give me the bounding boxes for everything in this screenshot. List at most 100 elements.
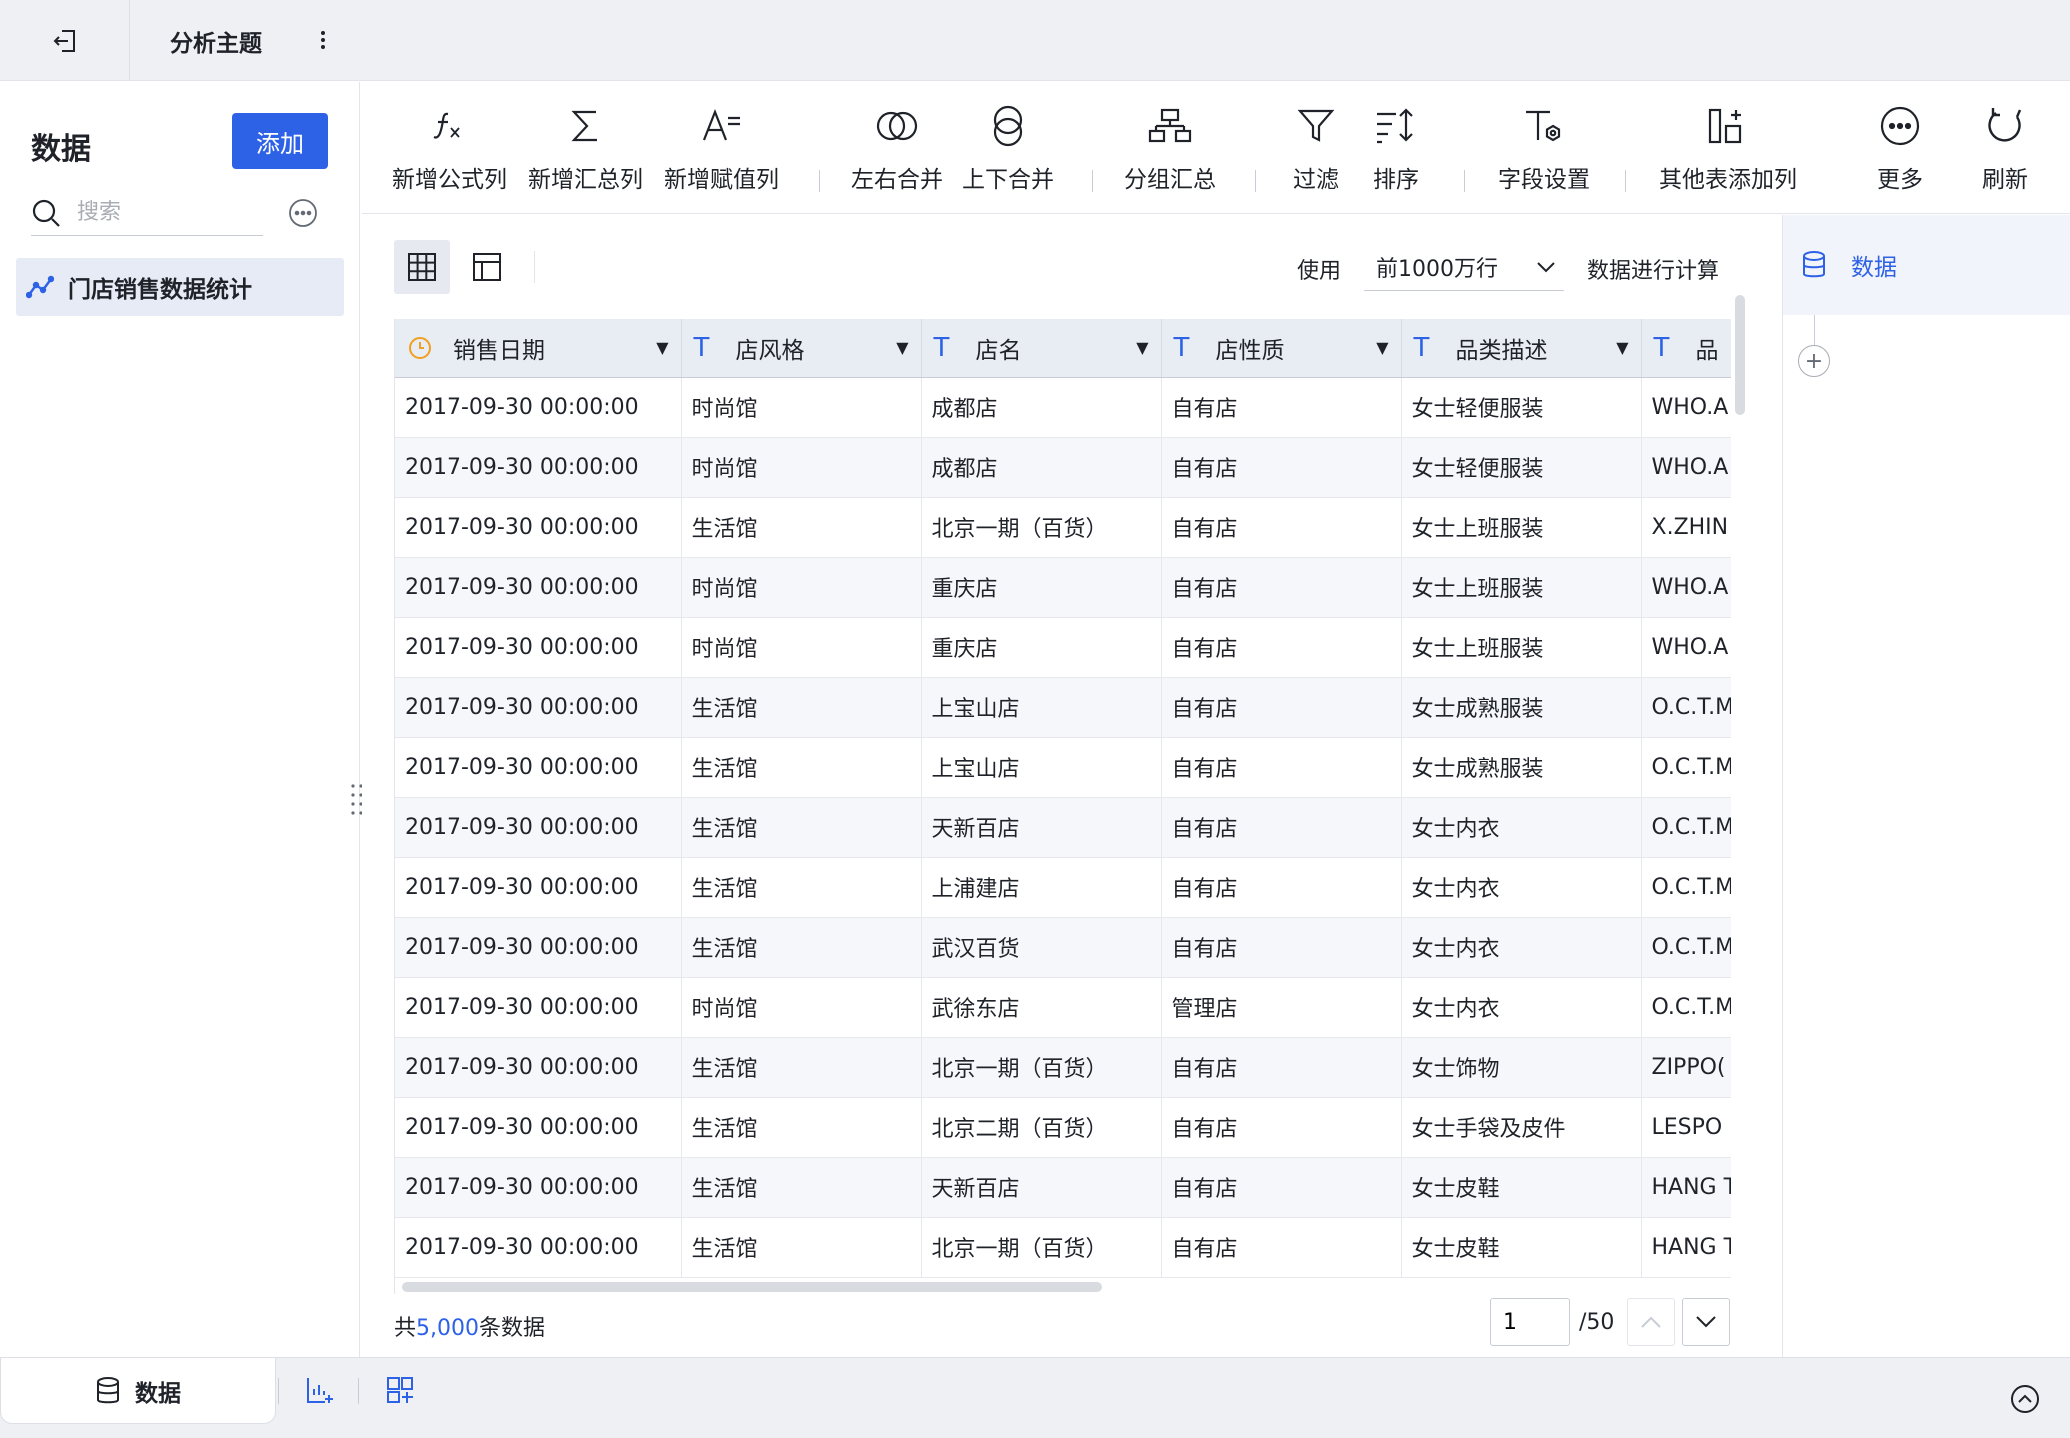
table-cell[interactable]: 自有店	[1161, 377, 1402, 438]
table-cell[interactable]: 女士轻便服装	[1401, 437, 1642, 498]
add-button[interactable]: 添加	[232, 113, 328, 169]
table-cell[interactable]: 2017-09-30 00:00:00	[395, 977, 682, 1038]
table-cell[interactable]: 自有店	[1161, 617, 1402, 678]
table-cell[interactable]: 自有店	[1161, 1097, 1402, 1158]
table-cell[interactable]: HANG T	[1641, 1217, 1731, 1278]
table-cell[interactable]: 自有店	[1161, 677, 1402, 738]
table-cell[interactable]: 女士内衣	[1401, 917, 1642, 978]
table-cell[interactable]: 女士轻便服装	[1401, 377, 1642, 438]
table-cell[interactable]: 成都店	[921, 437, 1162, 498]
table-cell[interactable]: 时尚馆	[681, 617, 922, 678]
add-step-button[interactable]: +	[1798, 345, 1830, 377]
merge-horizontal-button[interactable]: 左右合并	[851, 102, 943, 194]
add-dashboard-button[interactable]	[382, 1372, 418, 1408]
table-cell[interactable]: 2017-09-30 00:00:00	[395, 377, 682, 438]
caret-down-icon[interactable]: ▼	[896, 338, 908, 357]
vertical-scrollbar[interactable]	[1735, 295, 1745, 415]
table-cell[interactable]: 2017-09-30 00:00:00	[395, 437, 682, 498]
table-cell[interactable]: 2017-09-30 00:00:00	[395, 1157, 682, 1218]
table-cell[interactable]: 北京一期（百货）	[921, 1217, 1162, 1278]
more-button[interactable]: 更多	[1876, 102, 1924, 194]
table-cell[interactable]: X.ZHIN	[1641, 497, 1731, 558]
table-cell[interactable]: 女士皮鞋	[1401, 1217, 1642, 1278]
table-cell[interactable]: 自有店	[1161, 797, 1402, 858]
table-cell[interactable]: 女士上班服装	[1401, 557, 1642, 618]
add-column-from-table-button[interactable]: 其他表添加列	[1659, 102, 1797, 194]
table-cell[interactable]: 重庆店	[921, 557, 1162, 618]
table-cell[interactable]: 女士内衣	[1401, 977, 1642, 1038]
table-cell[interactable]: 女士上班服装	[1401, 617, 1642, 678]
table-cell[interactable]: 上宝山店	[921, 737, 1162, 798]
table-cell[interactable]: 生活馆	[681, 857, 922, 918]
table-cell[interactable]: 重庆店	[921, 617, 1162, 678]
table-cell[interactable]: 生活馆	[681, 1037, 922, 1098]
table-cell[interactable]: 女士手袋及皮件	[1401, 1097, 1642, 1158]
dataset-item[interactable]: 门店销售数据统计	[16, 258, 344, 316]
table-cell[interactable]: 女士饰物	[1401, 1037, 1642, 1098]
table-cell[interactable]: 女士成熟服装	[1401, 737, 1642, 798]
table-cell[interactable]: O.C.T.M	[1641, 977, 1731, 1038]
table-cell[interactable]: 2017-09-30 00:00:00	[395, 497, 682, 558]
table-cell[interactable]: 北京一期（百货）	[921, 497, 1162, 558]
table-cell[interactable]: 2017-09-30 00:00:00	[395, 857, 682, 918]
column-header[interactable]: T 品	[1641, 319, 1731, 378]
page-number-input[interactable]	[1490, 1298, 1570, 1346]
table-cell[interactable]: O.C.T.M	[1641, 917, 1731, 978]
table-cell[interactable]: 自有店	[1161, 497, 1402, 558]
column-header[interactable]: 销售日期 ▼	[395, 319, 682, 378]
caret-down-icon[interactable]: ▼	[1136, 338, 1148, 357]
more-options-icon[interactable]	[288, 198, 318, 228]
table-cell[interactable]: 管理店	[1161, 977, 1402, 1038]
table-cell[interactable]: 生活馆	[681, 737, 922, 798]
table-cell[interactable]: 2017-09-30 00:00:00	[395, 1217, 682, 1278]
table-cell[interactable]: 武徐东店	[921, 977, 1162, 1038]
caret-down-icon[interactable]: ▼	[1616, 338, 1628, 357]
add-summary-column-button[interactable]: 新增汇总列	[528, 102, 643, 194]
table-cell[interactable]: 生活馆	[681, 677, 922, 738]
topic-menu-button[interactable]	[310, 22, 336, 58]
group-summary-button[interactable]: 分组汇总	[1124, 102, 1216, 194]
table-cell[interactable]: 2017-09-30 00:00:00	[395, 737, 682, 798]
table-cell[interactable]: WHO.A	[1641, 557, 1731, 618]
table-cell[interactable]: 北京一期（百货）	[921, 1037, 1162, 1098]
merge-vertical-button[interactable]: 上下合并	[962, 102, 1054, 194]
previous-page-button[interactable]	[1627, 1298, 1675, 1346]
table-cell[interactable]: LESPO	[1641, 1097, 1731, 1158]
next-page-button[interactable]	[1682, 1298, 1730, 1346]
tab-data[interactable]: 数据	[0, 1358, 276, 1424]
table-cell[interactable]: 生活馆	[681, 917, 922, 978]
table-cell[interactable]: 生活馆	[681, 1097, 922, 1158]
table-cell[interactable]: 生活馆	[681, 1157, 922, 1218]
table-cell[interactable]: 生活馆	[681, 497, 922, 558]
collapse-icon[interactable]	[2010, 1384, 2040, 1414]
exit-button[interactable]	[30, 18, 100, 64]
table-cell[interactable]: 北京二期（百货）	[921, 1097, 1162, 1158]
table-cell[interactable]: WHO.A	[1641, 377, 1731, 438]
table-cell[interactable]: HANG T	[1641, 1157, 1731, 1218]
sort-button[interactable]: 排序	[1372, 102, 1420, 194]
table-cell[interactable]: 武汉百货	[921, 917, 1162, 978]
table-cell[interactable]: WHO.A	[1641, 437, 1731, 498]
add-component-button[interactable]	[302, 1372, 338, 1408]
table-cell[interactable]: 上浦建店	[921, 857, 1162, 918]
caret-down-icon[interactable]: ▼	[656, 338, 668, 357]
table-cell[interactable]: WHO.A	[1641, 617, 1731, 678]
table-cell[interactable]: 天新百店	[921, 1157, 1162, 1218]
table-cell[interactable]: 2017-09-30 00:00:00	[395, 617, 682, 678]
table-cell[interactable]: 女士成熟服装	[1401, 677, 1642, 738]
table-cell[interactable]: 自有店	[1161, 737, 1402, 798]
table-cell[interactable]: 生活馆	[681, 797, 922, 858]
table-cell[interactable]: 时尚馆	[681, 557, 922, 618]
row-limit-select[interactable]: 前1000万行	[1364, 243, 1564, 291]
table-cell[interactable]: 自有店	[1161, 857, 1402, 918]
table-cell[interactable]: 2017-09-30 00:00:00	[395, 677, 682, 738]
table-cell[interactable]: 天新百店	[921, 797, 1162, 858]
table-cell[interactable]: 2017-09-30 00:00:00	[395, 557, 682, 618]
column-header[interactable]: T 店名 ▼	[921, 319, 1162, 378]
table-cell[interactable]: O.C.T.M	[1641, 857, 1731, 918]
caret-down-icon[interactable]: ▼	[1376, 338, 1388, 357]
search-input[interactable]	[77, 200, 247, 225]
add-assign-column-button[interactable]: 新增赋值列	[664, 102, 779, 194]
table-cell[interactable]: 时尚馆	[681, 977, 922, 1038]
table-cell[interactable]: 生活馆	[681, 1217, 922, 1278]
